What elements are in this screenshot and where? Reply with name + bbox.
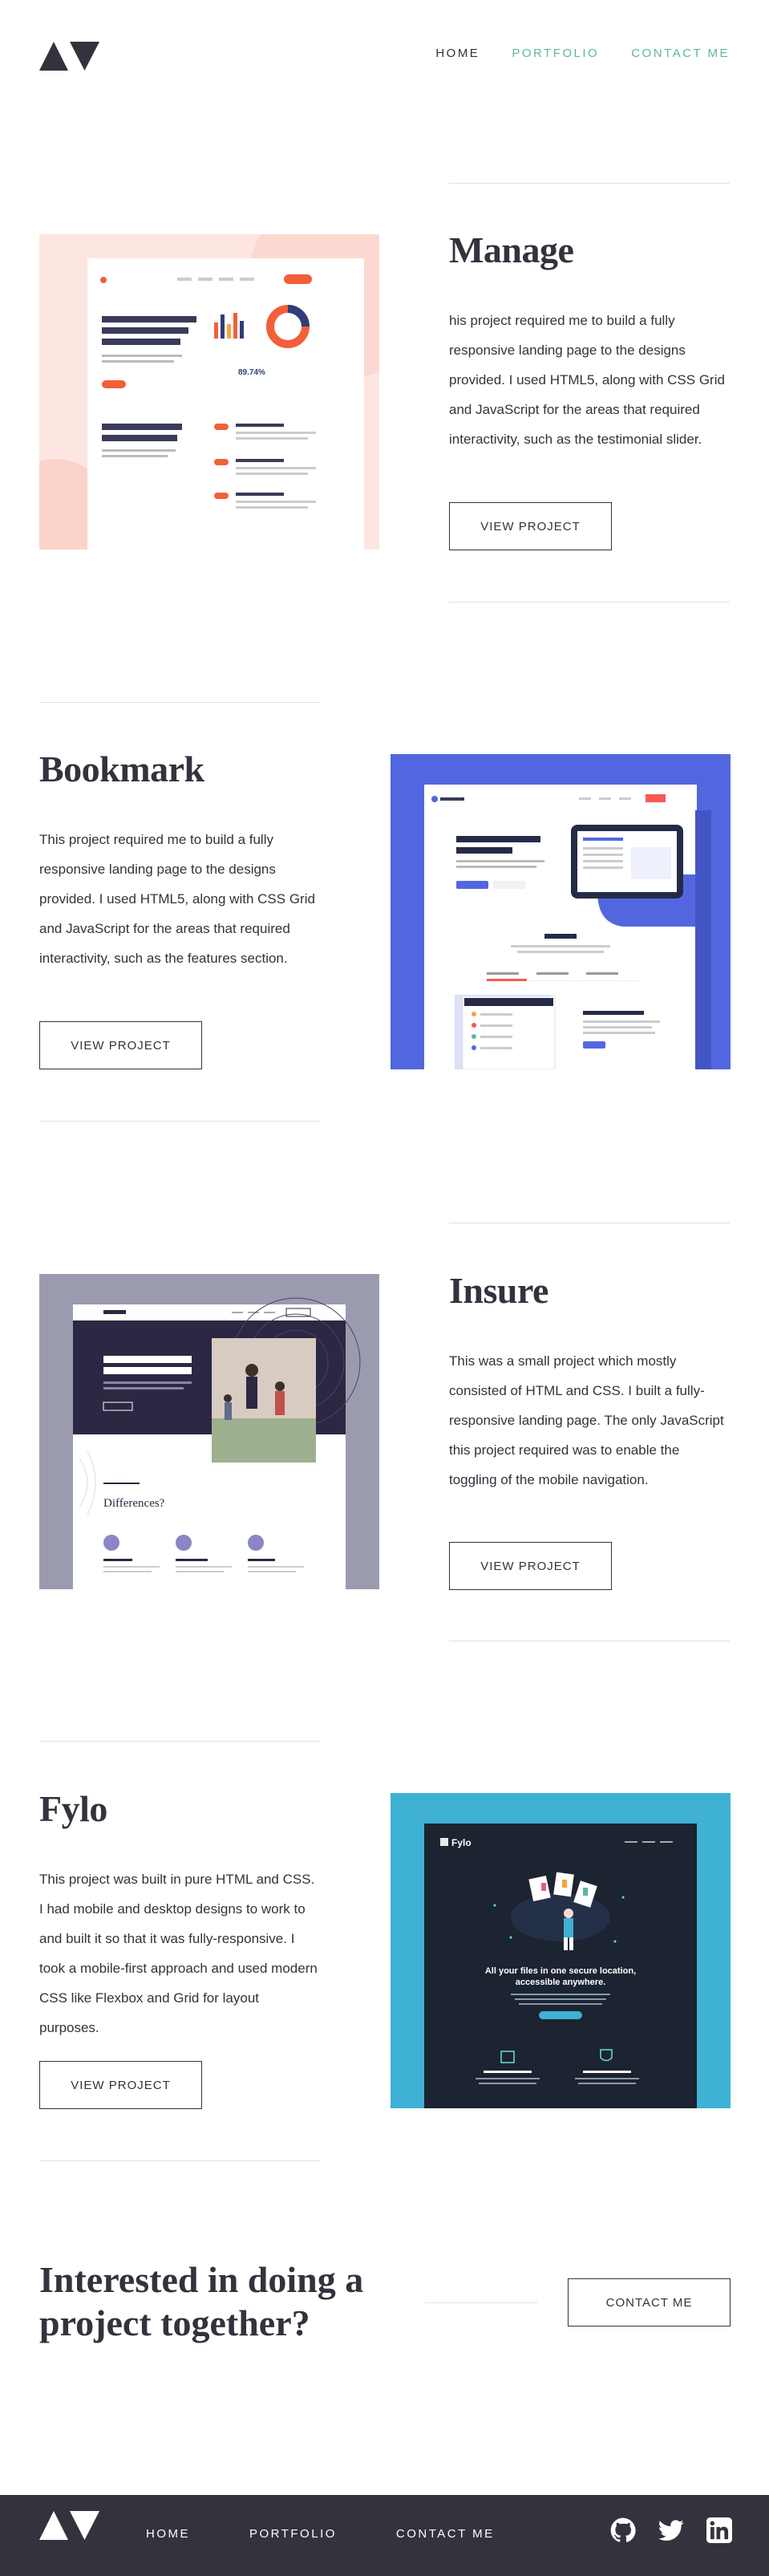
- github-icon[interactable]: [610, 2517, 636, 2543]
- project-title: Manage: [449, 229, 574, 270]
- divider: [449, 183, 730, 184]
- project-description: his project required me to build a fully…: [449, 313, 725, 447]
- site-header: HOME PORTFOLIO CONTACT ME: [0, 0, 769, 112]
- project-description: This project was built in pure HTML and …: [39, 1872, 318, 2035]
- divider: [39, 1741, 320, 1742]
- view-project-button[interactable]: VIEW PROJECT: [39, 1021, 202, 1069]
- svg-text:accessible anywhere.: accessible anywhere.: [516, 1978, 606, 1987]
- footer-nav-home-link[interactable]: HOME: [146, 2527, 190, 2541]
- footer-nav: HOME PORTFOLIO CONTACT ME: [146, 2527, 495, 2541]
- project-title: Bookmark: [39, 748, 204, 789]
- contact-cta-title: Interested in doing a project together?: [39, 2259, 364, 2343]
- project-thumbnail-bookmark[interactable]: [391, 754, 731, 1069]
- project-title: Fylo: [39, 1788, 107, 1829]
- linkedin-icon[interactable]: [706, 2517, 732, 2543]
- svg-text:All your files in one secure l: All your files in one secure location,: [485, 1966, 636, 1976]
- divider: [425, 2302, 537, 2303]
- main-nav: HOME PORTFOLIO CONTACT ME: [435, 47, 730, 60]
- svg-text:Fylo: Fylo: [451, 1837, 472, 1848]
- nav-portfolio-link[interactable]: PORTFOLIO: [512, 47, 599, 60]
- social-links: [610, 2517, 732, 2543]
- footer-nav-portfolio-link[interactable]: PORTFOLIO: [249, 2527, 337, 2541]
- project-thumbnail-insure[interactable]: Differences?: [39, 1274, 379, 1589]
- view-project-button[interactable]: VIEW PROJECT: [449, 1542, 612, 1590]
- divider: [39, 2160, 320, 2161]
- view-project-button[interactable]: VIEW PROJECT: [449, 502, 612, 550]
- project-thumbnail-manage[interactable]: 89.74%: [39, 234, 379, 550]
- project-thumbnail-fylo[interactable]: Fylo All your files in one secure locati…: [391, 1793, 731, 2108]
- logo-icon[interactable]: [39, 42, 99, 71]
- svg-text:Differences?: Differences?: [103, 1497, 165, 1510]
- footer-logo-icon[interactable]: [39, 2511, 99, 2540]
- project-description: This project required me to build a full…: [39, 832, 315, 966]
- view-project-button[interactable]: VIEW PROJECT: [39, 2061, 202, 2109]
- divider: [39, 702, 320, 703]
- divider: [39, 1121, 320, 1122]
- contact-me-button[interactable]: CONTACT ME: [568, 2278, 731, 2327]
- project-description: This was a small project which mostly co…: [449, 1353, 724, 1487]
- project-title: Insure: [449, 1270, 548, 1311]
- nav-contact-link[interactable]: CONTACT ME: [631, 47, 730, 60]
- twitter-icon[interactable]: [658, 2517, 684, 2543]
- footer-nav-contact-link[interactable]: CONTACT ME: [396, 2527, 495, 2541]
- nav-home-link[interactable]: HOME: [435, 47, 480, 60]
- svg-text:89.74%: 89.74%: [238, 368, 265, 377]
